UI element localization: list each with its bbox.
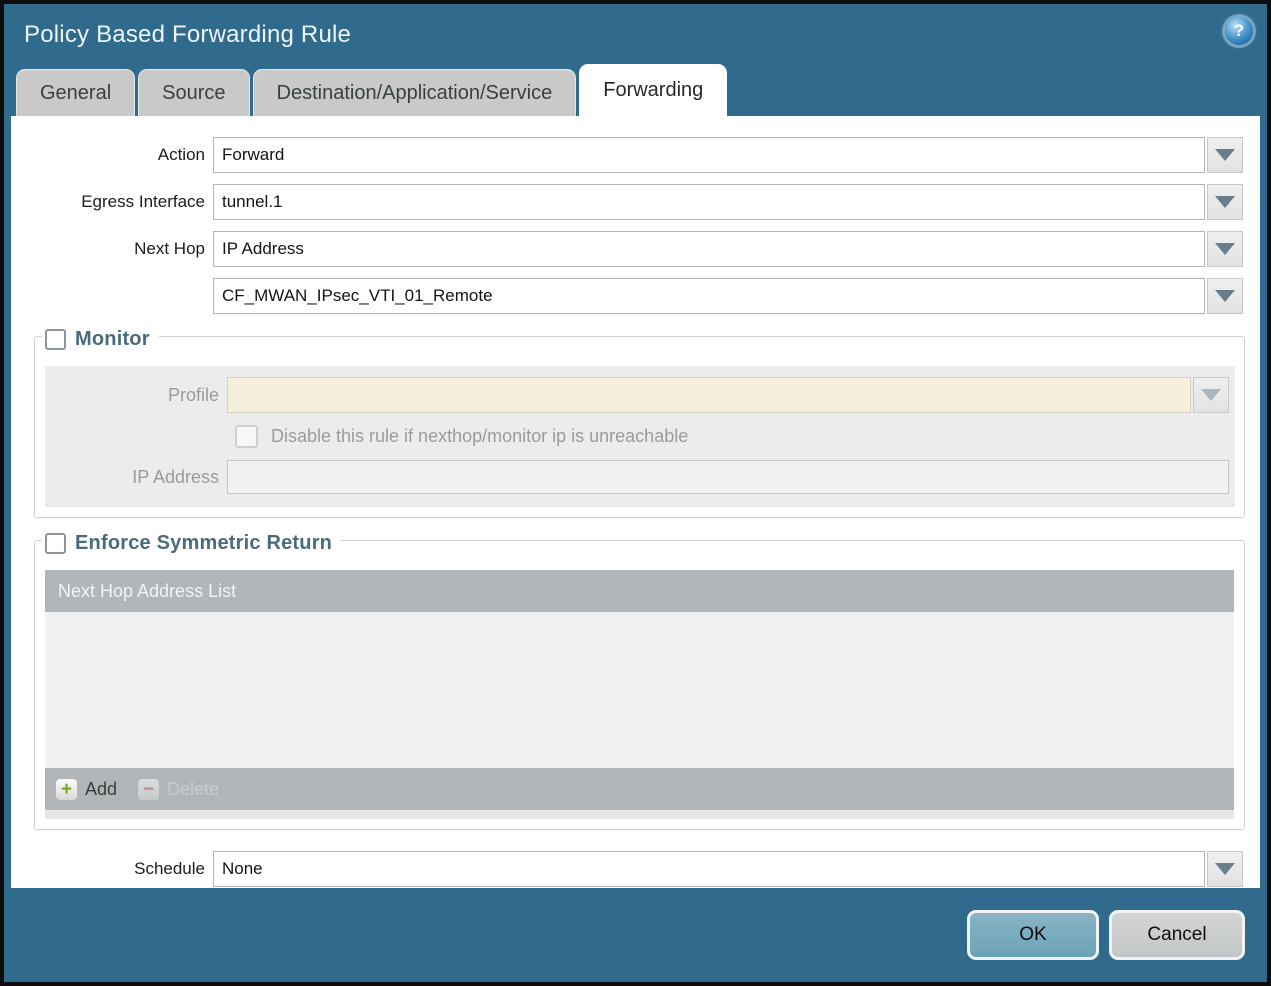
forwarding-tab-panel: Action Egress Interface Next Hop	[11, 116, 1260, 888]
tab-general-label: General	[40, 81, 112, 104]
egress-interface-combo	[213, 184, 1243, 220]
monitor-disabled-panel: Profile Disable this rule if nexthop/mon…	[45, 366, 1235, 507]
monitor-fieldset: Monitor Profile Disable this rule if nex…	[34, 328, 1245, 518]
action-label: Action	[157, 145, 205, 164]
profile-label: Profile	[167, 384, 219, 405]
monitor-legend-label: Monitor	[75, 328, 150, 350]
monitor-checkbox[interactable]	[45, 329, 66, 350]
minus-icon: −	[137, 777, 161, 801]
egress-interface-dropdown-button[interactable]	[1207, 184, 1243, 220]
chevron-down-icon	[1215, 196, 1235, 208]
cancel-button[interactable]: Cancel	[1109, 910, 1245, 960]
schedule-combo	[213, 851, 1243, 887]
next-hop-type-input[interactable]	[213, 231, 1205, 267]
tab-forwarding[interactable]: Forwarding	[579, 64, 728, 116]
tab-forwarding-label: Forwarding	[603, 79, 704, 101]
next-hop-address-list-body[interactable]	[45, 612, 1234, 768]
monitor-ip-address-label: IP Address	[132, 466, 219, 487]
egress-interface-label: Egress Interface	[81, 192, 205, 211]
tab-source[interactable]: Source	[138, 69, 250, 116]
chevron-down-icon	[1201, 389, 1221, 401]
dialog-footer: OK Cancel	[4, 884, 1267, 982]
action-combo	[213, 137, 1243, 173]
tab-destination-label: Destination/Application/Service	[276, 81, 553, 104]
schedule-dropdown-button[interactable]	[1207, 851, 1243, 887]
egress-interface-row: Egress Interface	[11, 184, 1243, 220]
add-button-label: Add	[85, 778, 118, 799]
next-hop-address-list-table: Next Hop Address List + Add − Delete	[45, 570, 1234, 810]
profile-row: Profile	[45, 377, 1229, 413]
egress-interface-input[interactable]	[213, 184, 1205, 220]
disable-rule-row: Disable this rule if nexthop/monitor ip …	[235, 425, 1235, 448]
table-toolbar: + Add − Delete	[45, 768, 1234, 810]
next-hop-dropdown-button[interactable]	[1207, 231, 1243, 267]
dialog-title: Policy Based Forwarding Rule	[24, 21, 352, 48]
delete-button-label: Delete	[167, 778, 220, 799]
next-hop-combo	[213, 231, 1243, 267]
help-icon[interactable]: ?	[1225, 17, 1253, 45]
chevron-down-icon	[1215, 863, 1235, 875]
schedule-input[interactable]	[213, 851, 1205, 887]
plus-icon: +	[55, 777, 78, 801]
enforce-symmetric-return-checkbox[interactable]	[45, 533, 66, 554]
ok-button[interactable]: OK	[967, 910, 1099, 960]
disable-rule-checkbox	[235, 425, 258, 448]
next-hop-address-input[interactable]	[213, 278, 1205, 314]
next-hop-address-list-header-label: Next Hop Address List	[58, 580, 237, 601]
action-input[interactable]	[213, 137, 1205, 173]
symmetric-return-legend-label: Enforce Symmetric Return	[75, 532, 333, 554]
symmetric-return-legend: Enforce Symmetric Return	[42, 532, 342, 555]
profile-dropdown-button	[1193, 377, 1229, 413]
add-button[interactable]: + Add	[55, 777, 118, 801]
chevron-down-icon	[1215, 243, 1235, 255]
next-hop-row: Next Hop	[11, 231, 1243, 267]
pbf-rule-dialog: Policy Based Forwarding Rule ? General S…	[0, 0, 1271, 986]
tab-general[interactable]: General	[16, 69, 136, 116]
monitor-ip-address-row: IP Address	[45, 460, 1229, 494]
next-hop-address-dropdown-button[interactable]	[1207, 278, 1243, 314]
action-row: Action	[11, 137, 1243, 173]
tab-destination-application-service[interactable]: Destination/Application/Service	[252, 69, 577, 116]
tab-strip: General Source Destination/Application/S…	[4, 62, 1267, 116]
next-hop-address-list-header[interactable]: Next Hop Address List	[45, 570, 1234, 612]
help-glyph: ?	[1233, 21, 1245, 40]
disable-rule-label: Disable this rule if nexthop/monitor ip …	[271, 426, 689, 446]
next-hop-address-row	[11, 278, 1243, 314]
next-hop-address-combo	[213, 278, 1243, 314]
profile-combo	[227, 377, 1229, 413]
action-dropdown-button[interactable]	[1207, 137, 1243, 173]
dialog-titlebar: Policy Based Forwarding Rule ?	[4, 4, 1267, 62]
symmetric-return-fieldset: Enforce Symmetric Return Next Hop Addres…	[34, 532, 1245, 830]
profile-input	[227, 377, 1191, 413]
schedule-label: Schedule	[134, 859, 205, 878]
chevron-down-icon	[1215, 149, 1235, 161]
delete-button: − Delete	[137, 777, 220, 801]
chevron-down-icon	[1215, 290, 1235, 302]
schedule-row: Schedule	[11, 851, 1243, 887]
next-hop-label: Next Hop	[134, 239, 205, 258]
monitor-legend: Monitor	[42, 328, 159, 351]
table-bottom-shadow	[45, 810, 1234, 819]
tab-source-label: Source	[162, 81, 226, 104]
monitor-ip-address-input	[227, 460, 1229, 494]
